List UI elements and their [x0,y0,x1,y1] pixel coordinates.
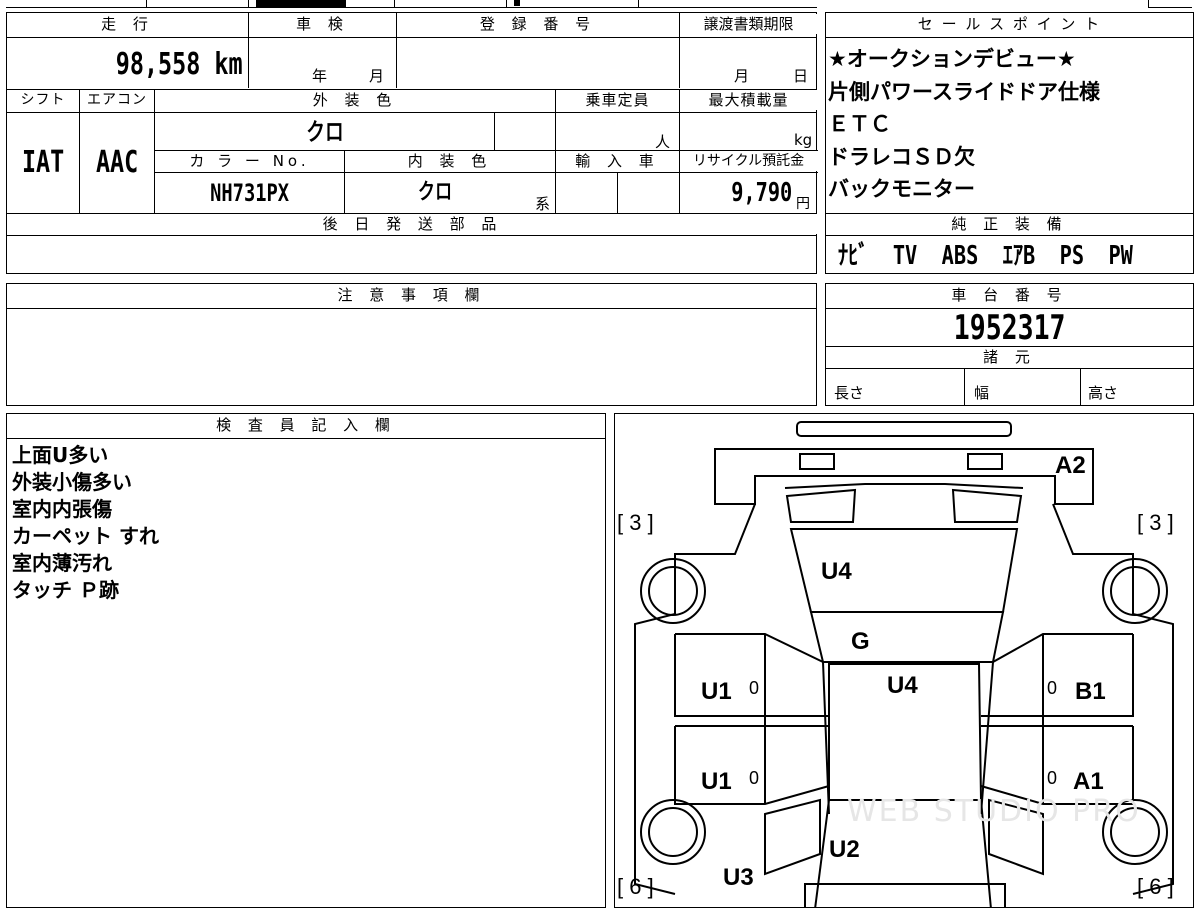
sales-points-label: セ ー ル ス ポ イ ン ト [826,14,1193,34]
vehicle-info-table: 走 行 車 検 登 録 番 号 譲渡書類期限 98,558 km 年 月 月 日… [6,12,818,274]
chassis-box: 車 台 番 号 1952317 諸 元 長さ 幅 高さ [825,283,1194,406]
import-label: 輸 入 車 [556,151,679,171]
width-label: 幅 [974,384,990,402]
specs-label: 諸 元 [826,347,1193,367]
door-handle-mark: 0 [749,768,760,788]
capacity-unit: 人 [655,133,671,151]
recycle-fee-value: 9,790 [730,178,792,208]
tire-code-rear-right: [ 6 ] [1137,874,1174,899]
inspector-label: 検 査 員 記 入 欄 [7,415,605,435]
inspection-year-unit: 年 [312,67,328,85]
inspector-box: 検 査 員 記 入 欄 上面U多い 外装小傷多い 室内内張傷 カーペット すれ … [6,413,606,908]
mileage-value: 98,558 km [116,47,243,82]
damage-code-u1-rear: U1 [701,768,732,795]
top-strip-right [1148,0,1192,8]
sales-point-item: ドラレコＳＤ欠 [828,144,975,169]
height-label: 高さ [1088,384,1119,402]
exterior-color-value: クロ [305,118,344,146]
damage-code-b1: B1 [1075,678,1106,705]
inspector-note: タッチ Ｐ跡 [12,578,119,602]
interior-suffix: 系 [535,195,551,213]
ac-value: AAC [95,145,139,180]
tire-code-front-right: [ 3 ] [1137,510,1174,535]
chassis-label: 車 台 番 号 [826,285,1193,305]
watermark: WEB STUDIO PRO [847,794,1141,829]
tire-code-rear-left: [ 6 ] [617,874,654,899]
inspection-month-unit: 月 [369,67,385,85]
shift-value: IAT [21,145,65,180]
damage-diagram-box: [ 3 ] [ 3 ] [ 6 ] [ 6 ] A2 U4 G U4 U1 U1… [614,413,1194,908]
recycle-label: リサイクル預託金 [680,151,817,171]
tire-code-front-left: [ 3 ] [617,510,654,535]
sales-point-item: ★オークションデビュー★ [828,47,1076,71]
max-load-label: 最大積載量 [680,90,817,110]
damage-code-u4-roof: U4 [887,672,918,699]
damage-code-u4-hood: U4 [821,558,852,585]
inspection-label: 車 検 [249,14,396,34]
damage-code-a2: A2 [1055,452,1086,479]
shift-label: シフト [7,90,79,110]
inspector-note: 外装小傷多い [12,470,132,494]
chassis-number: 1952317 [953,308,1066,348]
transfer-month-unit: 月 [734,67,750,85]
inspector-notes: 上面U多い 外装小傷多い 室内内張傷 カーペット すれ 室内薄汚れ タッチ Ｐ跡 [12,442,159,604]
mileage-label: 走 行 [7,14,248,34]
later-parts-label: 後 日 発 送 部 品 [7,214,818,234]
transfer-deadline-label: 譲渡書類期限 [680,14,817,34]
recycle-unit: 円 [796,196,810,212]
damage-code-g: G [851,628,870,655]
sales-points-list: ★オークションデビュー★ 片側パワースライドドア仕様 ＥＴＣ ドラレコＳＤ欠 バ… [828,43,1100,206]
interior-color-value: クロ [417,180,453,205]
max-load-unit: kg [794,131,813,149]
notes-label: 注 意 事 項 欄 [7,285,816,305]
damage-code-a1: A1 [1073,768,1104,795]
sales-point-item: 片側パワースライドドア仕様 [828,79,1100,104]
door-handle-mark: 0 [1047,768,1058,788]
damage-code-u3: U3 [723,864,754,891]
capacity-label: 乗車定員 [556,90,679,110]
sales-point-item: バックモニター [828,177,975,201]
sales-points-box: セ ー ル ス ポ イ ン ト ★オークションデビュー★ 片側パワースライドドア… [825,12,1194,274]
exterior-color-label: 外 装 色 [155,90,555,110]
damage-code-u1-front: U1 [701,678,732,705]
notes-box: 注 意 事 項 欄 [6,283,817,406]
equipment-list: ﾅﾋﾞ TV ABS ｴｱB PS PW [838,241,1133,271]
inspector-note: 上面U多い [12,443,109,467]
door-handle-mark: 0 [1047,678,1058,698]
inspector-note: 室内内張傷 [12,497,112,521]
sales-point-item: ＥＴＣ [828,112,891,136]
color-no-value: NH731PX [210,179,289,207]
color-no-label: カ ラ ー No. [155,151,344,171]
transfer-day-unit: 日 [793,67,809,85]
inspector-note: 室内薄汚れ [12,551,112,575]
equipment-label: 純 正 装 備 [826,214,1193,234]
car-outline-diagram [634,421,1174,907]
length-label: 長さ [834,384,865,402]
registration-label: 登 録 番 号 [397,14,679,34]
damage-code-u2: U2 [829,836,860,863]
top-strip [6,0,817,8]
ac-label: エアコン [80,90,154,110]
inspector-note: カーペット すれ [12,524,159,548]
door-handle-mark: 0 [749,678,760,698]
interior-color-label: 内 装 色 [345,151,555,171]
